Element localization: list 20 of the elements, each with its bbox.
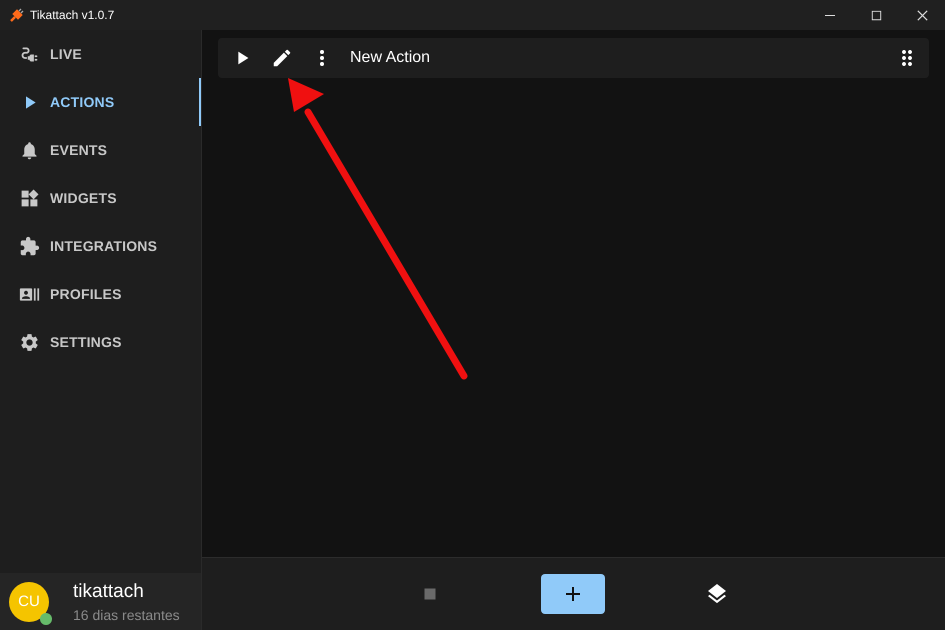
action-name: New Action [350,49,430,67]
nav-item[interactable]: INTEGRATIONS [0,222,201,270]
settings-icon [19,332,40,352]
nav-item[interactable]: SETTINGS [0,318,201,366]
avatar: CU [9,582,49,622]
puzzle-icon [19,236,40,256]
nav-item[interactable]: WIDGETS [0,174,201,222]
close-icon [914,8,930,22]
nav-item[interactable]: PROFILES [0,270,201,318]
minimize-icon [825,14,835,16]
subscription-remaining: 16 dias restantes [73,606,180,622]
nav-item[interactable]: LIVE [0,30,201,78]
add-button[interactable] [540,574,604,614]
app-logo-icon [10,8,24,22]
user-name: tikattach [73,580,145,602]
nav-item[interactable]: EVENTS [0,126,201,174]
widgets-icon [19,188,40,208]
pencil-icon [271,47,293,69]
more-icon [320,50,324,66]
window-title: Tikattach v1.0.7 [30,8,114,22]
